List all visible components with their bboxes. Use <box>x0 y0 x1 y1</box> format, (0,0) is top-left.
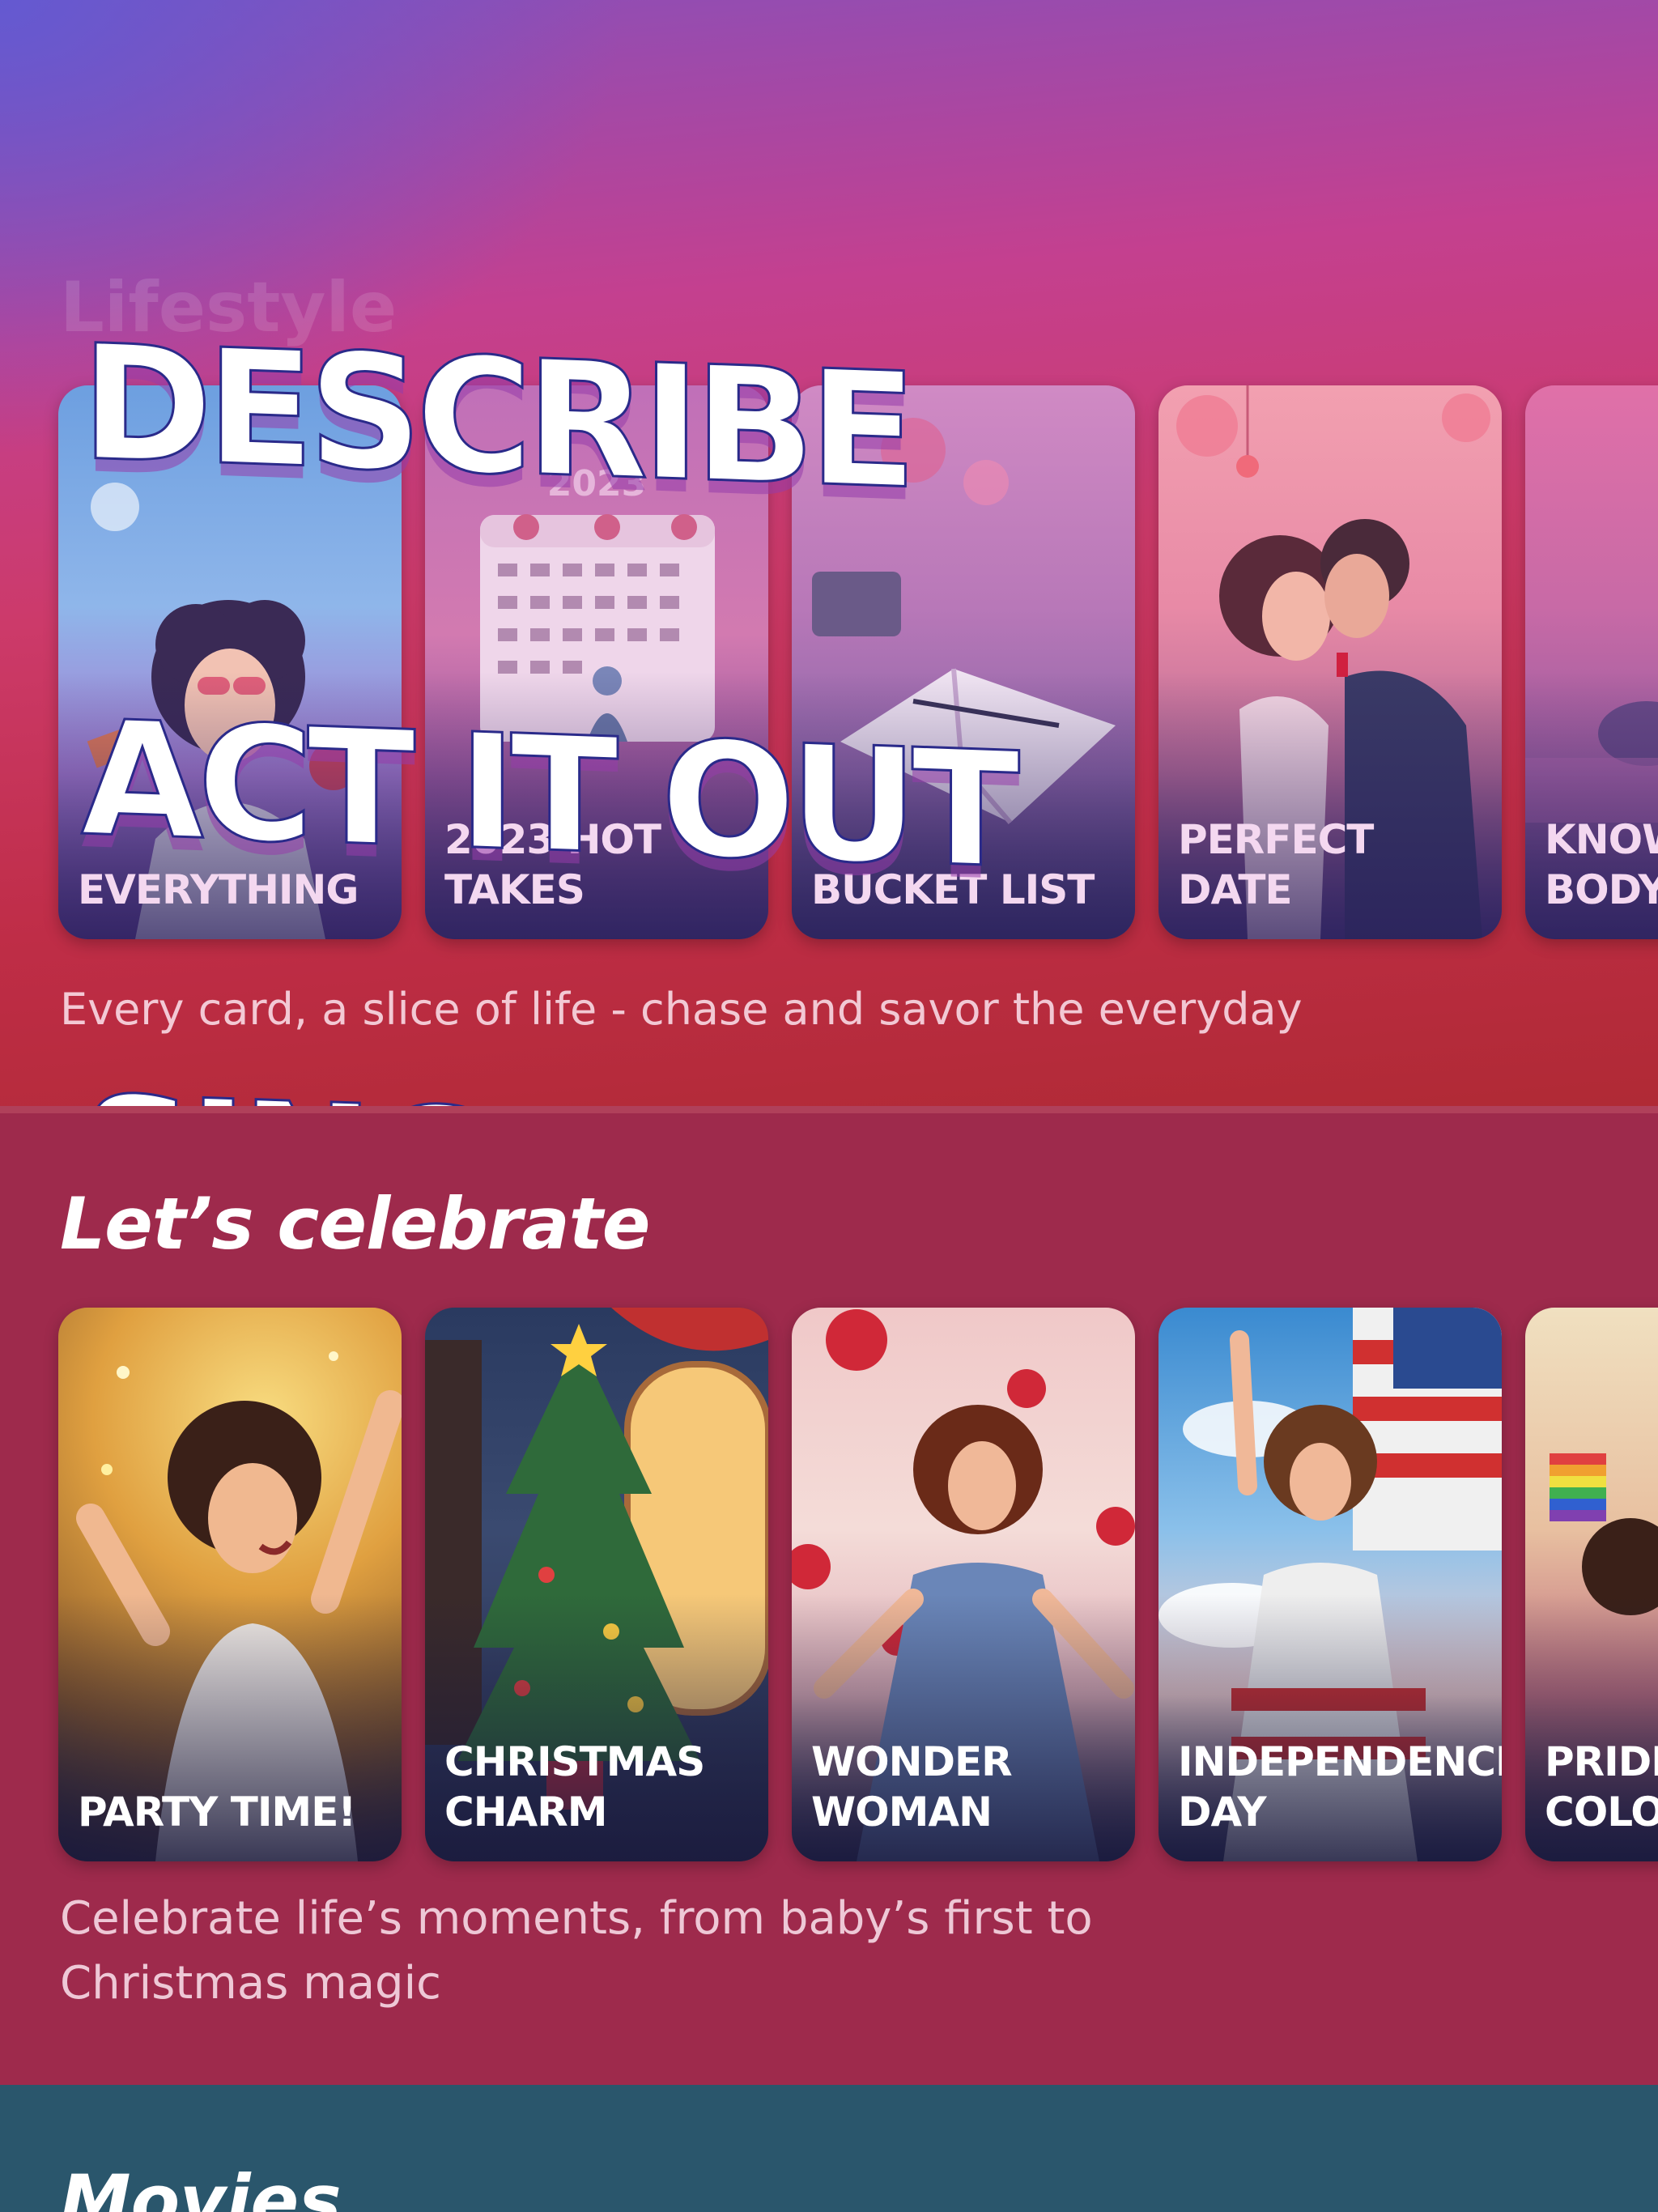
card-label: PERFECT DATE <box>1178 816 1374 913</box>
card-label: KNOW BODY <box>1545 816 1658 913</box>
lifestyle-section: Lifestyle EVERYTHING 2023 2023 HOT TAKES… <box>0 0 1658 1106</box>
celebrate-section-title: Let’s celebrate <box>60 1182 650 1266</box>
card-label: WONDER WOMAN <box>811 1738 1013 1836</box>
hero-line-act-it-out: ACT IT OUT <box>80 686 1015 905</box>
card-christmas-charm[interactable]: CHRISTMAS CHARM <box>425 1308 768 1861</box>
movies-section-title: Movies <box>60 2159 342 2212</box>
card-label: PRIDE COLO <box>1545 1738 1658 1836</box>
card-perfect-date[interactable]: PERFECT DATE <box>1158 385 1502 939</box>
celebrate-section: Let’s celebrate PARTY TIME! CHRISTMAS CH… <box>0 1113 1658 2085</box>
celebrate-subtitle: Celebrate life’s moments, from baby’s fi… <box>60 1892 1093 2010</box>
card-know-body[interactable]: KNOW BODY <box>1525 385 1658 939</box>
hero-line-describe: DESCRIBE <box>80 310 912 526</box>
celebrate-card-row[interactable]: PARTY TIME! CHRISTMAS CHARM WONDER WOMAN… <box>58 1308 1658 1861</box>
card-independence-day[interactable]: INDEPENDENCE DAY <box>1158 1308 1502 1861</box>
movies-section: Movies <box>0 2085 1658 2212</box>
section-divider <box>0 1106 1658 1113</box>
hero-line-sing: SING <box>80 1061 1014 1107</box>
card-label: CHRISTMAS CHARM <box>444 1738 705 1836</box>
card-label: INDEPENDENCE DAY <box>1178 1738 1502 1836</box>
card-wonder-woman[interactable]: WONDER WOMAN <box>792 1308 1135 1861</box>
card-label: PARTY TIME! <box>78 1789 356 1836</box>
hero-overlay-text: DESCRIBE ACT IT OUT SING <box>80 121 1015 1107</box>
card-pride-colors[interactable]: PRIDE COLO <box>1525 1308 1658 1861</box>
card-party-time[interactable]: PARTY TIME! <box>58 1308 402 1861</box>
